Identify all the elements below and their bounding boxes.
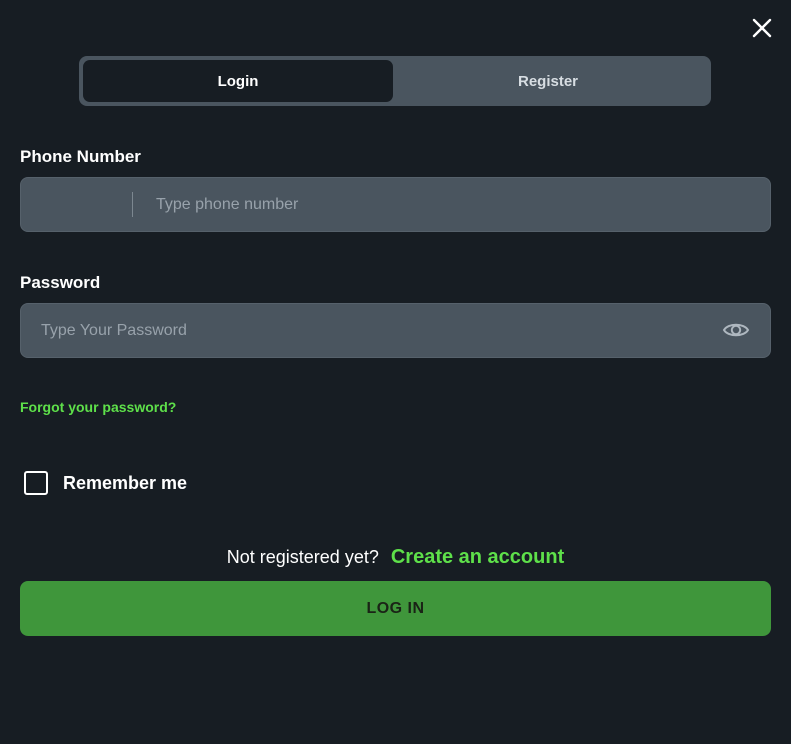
country-code-selector[interactable]	[21, 178, 133, 231]
register-prompt-text: Not registered yet?	[226, 547, 379, 567]
password-label: Password	[20, 273, 101, 292]
remember-me-checkbox[interactable]	[24, 471, 48, 495]
tab-register[interactable]: Register	[393, 60, 703, 102]
eye-icon[interactable]	[722, 318, 750, 342]
phone-number-label: Phone Number	[20, 147, 141, 166]
close-icon[interactable]	[750, 16, 774, 40]
login-modal: Login Register Phone Number Password For…	[0, 0, 791, 744]
password-field	[20, 303, 771, 358]
login-button[interactable]: LOG IN	[20, 581, 771, 636]
register-prompt: Not registered yet? Create an account	[0, 546, 791, 569]
remember-me-label: Remember me	[63, 472, 188, 493]
phone-input[interactable]	[156, 178, 756, 231]
remember-me-toggle[interactable]: Remember me	[24, 471, 187, 495]
password-input[interactable]	[41, 304, 721, 357]
create-account-link[interactable]: Create an account	[391, 546, 564, 569]
phone-divider	[132, 192, 133, 217]
phone-field	[20, 177, 771, 232]
tab-login[interactable]: Login	[83, 60, 393, 102]
auth-tabs: Login Register	[79, 56, 711, 106]
forgot-password-link[interactable]: Forgot your password?	[20, 399, 176, 415]
